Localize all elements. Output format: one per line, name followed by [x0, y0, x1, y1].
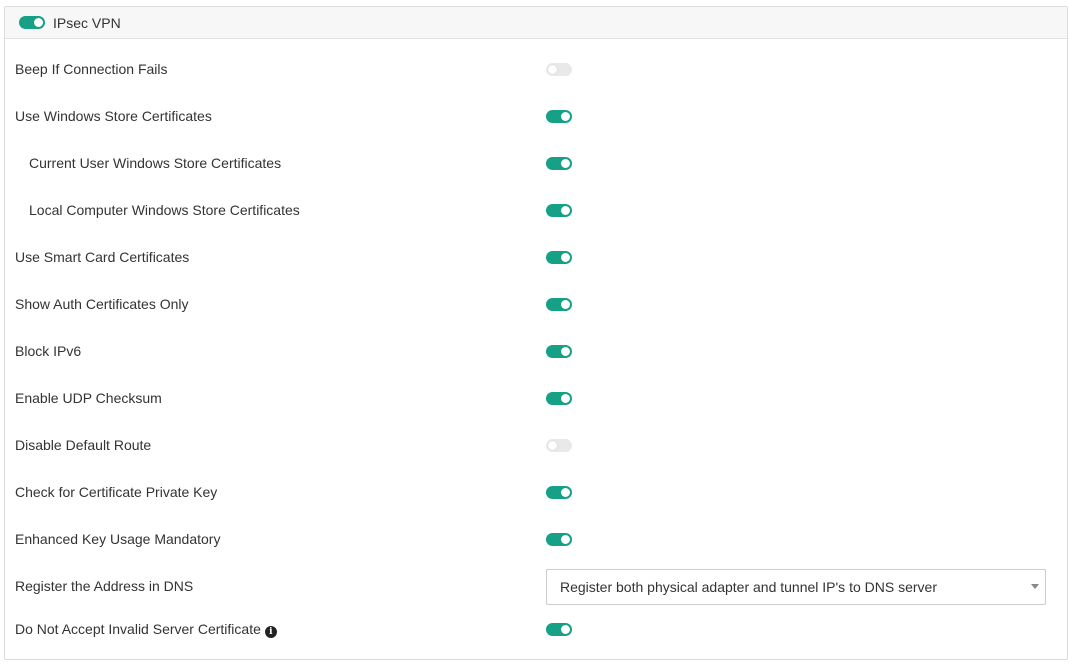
setting-label: Enable UDP Checksum	[15, 390, 162, 406]
toggle-knob	[561, 253, 570, 262]
toggle-knob	[561, 488, 570, 497]
toggle-knob	[548, 441, 557, 450]
toggle-knob	[548, 65, 557, 74]
setting-label: Use Windows Store Certificates	[15, 108, 212, 124]
setting-toggle[interactable]	[546, 345, 572, 358]
setting-toggle[interactable]	[546, 204, 572, 217]
setting-label: Disable Default Route	[15, 437, 152, 453]
info-icon[interactable]: i	[264, 626, 277, 638]
setting-label: Enhanced Key Usage Mandatory	[15, 531, 221, 547]
setting-label: Beep If Connection Fails	[15, 61, 168, 77]
setting-toggle[interactable]	[546, 63, 572, 76]
setting-row-block-ipv6: Block IPv6	[5, 341, 1067, 365]
toggle-knob	[561, 625, 570, 634]
setting-label: Show Auth Certificates Only	[15, 296, 189, 312]
setting-label: Block IPv6	[15, 343, 82, 359]
setting-label-text: Do Not Accept Invalid Server Certificate	[15, 621, 261, 637]
toggle-knob	[561, 159, 570, 168]
setting-row-do-not-accept-invalid-server-certificate: Do Not Accept Invalid Server Certificate…	[5, 619, 1067, 643]
setting-row-register-address-in-dns: Register the Address in DNS Register bot…	[5, 569, 1067, 605]
panel-header: IPsec VPN	[5, 7, 1067, 39]
setting-row-enable-udp-checksum: Enable UDP Checksum	[5, 388, 1067, 412]
toggle-knob	[561, 300, 570, 309]
setting-row-local-computer-windows-store-certificates: Local Computer Windows Store Certificate…	[5, 200, 1067, 224]
setting-label: Local Computer Windows Store Certificate…	[29, 202, 300, 218]
setting-toggle[interactable]	[546, 110, 572, 123]
chevron-down-icon	[1031, 584, 1039, 589]
setting-toggle[interactable]	[546, 157, 572, 170]
setting-row-show-auth-certificates-only: Show Auth Certificates Only	[5, 294, 1067, 318]
setting-toggle[interactable]	[546, 251, 572, 264]
ipsec-vpn-toggle[interactable]	[19, 16, 45, 29]
setting-toggle[interactable]	[546, 298, 572, 311]
setting-row-enhanced-key-usage-mandatory: Enhanced Key Usage Mandatory	[5, 529, 1067, 553]
register-dns-select[interactable]: Register both physical adapter and tunne…	[546, 569, 1046, 605]
register-dns-selected-value: Register both physical adapter and tunne…	[560, 579, 937, 595]
setting-toggle[interactable]	[546, 439, 572, 452]
setting-row-disable-default-route: Disable Default Route	[5, 435, 1067, 459]
setting-row-check-for-certificate-private-key: Check for Certificate Private Key	[5, 482, 1067, 506]
setting-row-current-user-windows-store-certificates: Current User Windows Store Certificates	[5, 153, 1067, 177]
setting-toggle[interactable]	[546, 533, 572, 546]
toggle-knob	[561, 535, 570, 544]
setting-label: Current User Windows Store Certificates	[29, 155, 282, 171]
setting-label: Do Not Accept Invalid Server Certificate…	[15, 619, 277, 639]
setting-row-use-smart-card-certificates: Use Smart Card Certificates	[5, 247, 1067, 271]
toggle-knob	[561, 347, 570, 356]
setting-row-use-windows-store-certificates: Use Windows Store Certificates	[5, 106, 1067, 130]
setting-label: Register the Address in DNS	[15, 578, 194, 594]
toggle-knob	[561, 112, 570, 121]
toggle-knob	[561, 394, 570, 403]
setting-label: Use Smart Card Certificates	[15, 249, 190, 265]
setting-toggle[interactable]	[546, 623, 572, 636]
panel-title: IPsec VPN	[53, 14, 121, 31]
setting-toggle[interactable]	[546, 392, 572, 405]
setting-row-beep-if-connection-fails: Beep If Connection Fails	[5, 59, 1067, 83]
setting-label: Check for Certificate Private Key	[15, 484, 218, 500]
toggle-knob	[34, 18, 43, 27]
setting-toggle[interactable]	[546, 486, 572, 499]
toggle-knob	[561, 206, 570, 215]
ipsec-vpn-panel: IPsec VPN Beep If Connection Fails Use W…	[4, 6, 1068, 660]
